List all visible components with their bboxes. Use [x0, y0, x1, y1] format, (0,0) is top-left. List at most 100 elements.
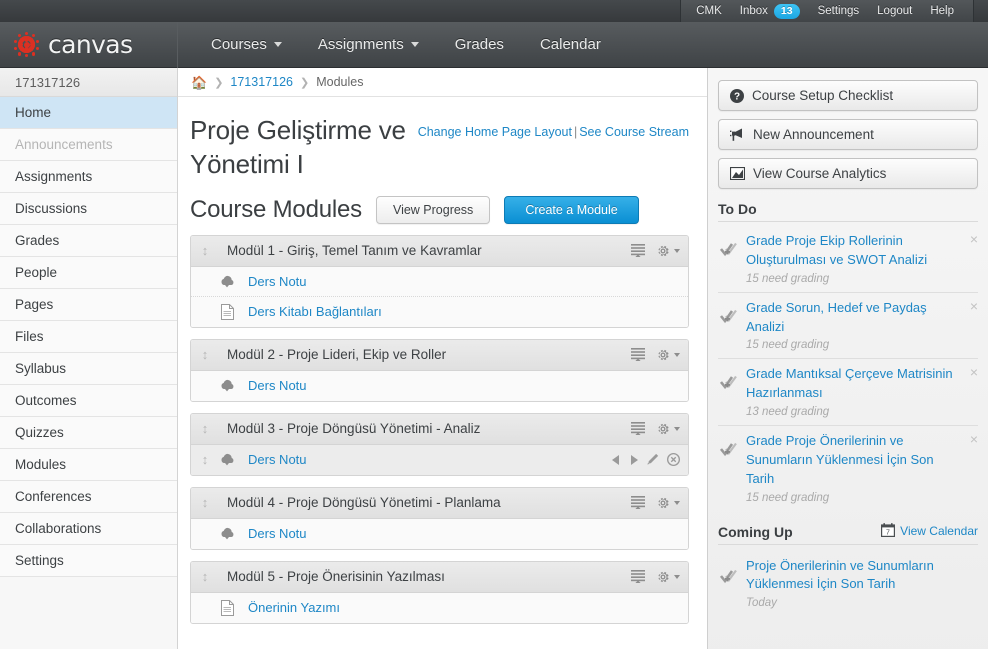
todo-link[interactable]: Grade Sorun, Hedef ve Paydaş Analizi: [746, 299, 964, 337]
module-settings-menu[interactable]: [656, 244, 680, 258]
module-item-link[interactable]: Ders Notu: [240, 274, 680, 289]
nav-assignments[interactable]: Assignments: [301, 30, 436, 59]
module-item-link[interactable]: Önerinin Yazımı: [240, 600, 680, 615]
module-item[interactable]: Önerinin Yazımı: [191, 592, 688, 623]
course-setup-checklist-button[interactable]: ? Course Setup Checklist: [718, 80, 978, 111]
module-item-link[interactable]: Ders Notu: [240, 526, 680, 541]
new-announcement-button[interactable]: New Announcement: [718, 119, 978, 150]
close-icon[interactable]: ×: [970, 432, 978, 446]
module-settings-menu[interactable]: [656, 570, 680, 584]
close-icon[interactable]: ×: [970, 299, 978, 313]
module-item[interactable]: ↕ Ders Notu: [191, 444, 688, 475]
sidebar-link-conferences[interactable]: Conferences: [0, 481, 177, 512]
view-course-analytics-button[interactable]: View Course Analytics: [718, 158, 978, 189]
sidebar-item-settings[interactable]: Settings: [0, 545, 177, 577]
sidebar-item-pages[interactable]: Pages: [0, 289, 177, 321]
nav-grades[interactable]: Grades: [438, 30, 521, 59]
todo-link[interactable]: Grade Proje Önerilerinin ve Sunumların Y…: [746, 432, 964, 489]
sidebar-link-modules[interactable]: Modules: [0, 449, 177, 480]
nav-calendar[interactable]: Calendar: [523, 30, 618, 59]
indent-right-icon[interactable]: [629, 454, 638, 465]
module-item-link[interactable]: Ders Notu: [240, 378, 680, 393]
drag-handle-icon[interactable]: ↕: [196, 348, 214, 361]
module-header[interactable]: ↕ Modül 2 - Proje Lideri, Ekip ve Roller: [191, 339, 688, 371]
module-settings-menu[interactable]: [656, 422, 680, 436]
module-item[interactable]: Ders Notu: [191, 518, 688, 549]
sidebar-item-grades[interactable]: Grades: [0, 225, 177, 257]
inbox-link[interactable]: Inbox 13: [731, 3, 809, 19]
home-icon[interactable]: 🏠: [191, 76, 207, 89]
see-course-stream-link[interactable]: See Course Stream: [579, 125, 689, 139]
sidebar-link-outcomes[interactable]: Outcomes: [0, 385, 177, 416]
module-item-link[interactable]: Ders Notu: [240, 452, 612, 467]
sidebar-link-home[interactable]: Home: [0, 97, 177, 128]
user-menu-link[interactable]: CMK: [687, 0, 731, 22]
indent-lines-icon[interactable]: [631, 422, 645, 436]
todo-link[interactable]: Grade Proje Ekip Rollerinin Oluşturulmas…: [746, 232, 964, 270]
sidebar-item-discussions[interactable]: Discussions: [0, 193, 177, 225]
module-item[interactable]: Ders Kitabı Bağlantıları: [191, 296, 688, 327]
gear-icon[interactable]: [656, 496, 670, 510]
sidebar-item-conferences[interactable]: Conferences: [0, 481, 177, 513]
sidebar-item-modules[interactable]: Modules: [0, 449, 177, 481]
drag-handle-icon[interactable]: ↕: [196, 422, 214, 435]
module-item[interactable]: Ders Notu: [191, 370, 688, 401]
sidebar-item-announcements[interactable]: Announcements: [0, 129, 177, 161]
sidebar-link-syllabus[interactable]: Syllabus: [0, 353, 177, 384]
indent-lines-icon[interactable]: [631, 570, 645, 584]
sidebar-item-quizzes[interactable]: Quizzes: [0, 417, 177, 449]
drag-handle-icon[interactable]: ↕: [196, 570, 214, 583]
gear-icon[interactable]: [656, 422, 670, 436]
logout-link[interactable]: Logout: [868, 0, 921, 22]
drag-handle-icon[interactable]: ↕: [196, 496, 214, 509]
module-settings-menu[interactable]: [656, 348, 680, 362]
sidebar-link-assignments[interactable]: Assignments: [0, 161, 177, 192]
coming-up-link[interactable]: Proje Önerilerinin ve Sunumların Yüklenm…: [746, 557, 964, 595]
close-icon[interactable]: ×: [970, 365, 978, 379]
drag-handle-icon[interactable]: ↕: [196, 244, 214, 257]
sidebar-link-grades[interactable]: Grades: [0, 225, 177, 256]
module-settings-menu[interactable]: [656, 496, 680, 510]
canvas-logo[interactable]: canvas: [0, 21, 178, 68]
sidebar-link-pages[interactable]: Pages: [0, 289, 177, 320]
sidebar-item-people[interactable]: People: [0, 257, 177, 289]
help-link[interactable]: Help: [921, 0, 963, 22]
gear-icon[interactable]: [656, 244, 670, 258]
nav-courses[interactable]: Courses: [194, 30, 299, 59]
sidebar-link-people[interactable]: People: [0, 257, 177, 288]
delete-circle-icon[interactable]: [667, 453, 680, 467]
indent-lines-icon[interactable]: [631, 244, 645, 258]
sidebar-item-syllabus[interactable]: Syllabus: [0, 353, 177, 385]
change-home-page-layout-link[interactable]: Change Home Page Layout: [418, 125, 572, 139]
indent-lines-icon[interactable]: [631, 496, 645, 510]
sidebar-link-collaborations[interactable]: Collaborations: [0, 513, 177, 544]
sidebar-link-announcements[interactable]: Announcements: [0, 129, 177, 160]
sidebar-link-settings[interactable]: Settings: [0, 545, 177, 576]
create-module-button[interactable]: Create a Module: [504, 195, 639, 224]
sidebar-item-assignments[interactable]: Assignments: [0, 161, 177, 193]
module-header[interactable]: ↕ Modül 3 - Proje Döngüsü Yönetimi - Ana…: [191, 413, 688, 445]
drag-handle-icon[interactable]: ↕: [196, 453, 214, 466]
module-header[interactable]: ↕ Modül 1 - Giriş, Temel Tanım ve Kavram…: [191, 235, 688, 267]
outdent-left-icon[interactable]: [612, 454, 621, 465]
view-calendar-link[interactable]: 7 View Calendar: [881, 522, 978, 540]
close-icon[interactable]: ×: [970, 232, 978, 246]
sidebar-item-outcomes[interactable]: Outcomes: [0, 385, 177, 417]
todo-link[interactable]: Grade Mantıksal Çerçeve Matrisinin Hazır…: [746, 365, 964, 403]
module-header[interactable]: ↕ Modül 5 - Proje Önerisinin Yazılması: [191, 561, 688, 593]
sidebar-link-files[interactable]: Files: [0, 321, 177, 352]
view-progress-button[interactable]: View Progress: [375, 195, 491, 224]
indent-lines-icon[interactable]: [631, 348, 645, 362]
sidebar-link-quizzes[interactable]: Quizzes: [0, 417, 177, 448]
sidebar-item-home[interactable]: Home: [0, 97, 177, 129]
gear-icon[interactable]: [656, 570, 670, 584]
gear-icon[interactable]: [656, 348, 670, 362]
module-item-link[interactable]: Ders Kitabı Bağlantıları: [240, 304, 680, 319]
sidebar-link-discussions[interactable]: Discussions: [0, 193, 177, 224]
sidebar-item-collaborations[interactable]: Collaborations: [0, 513, 177, 545]
settings-link[interactable]: Settings: [809, 0, 869, 22]
sidebar-item-files[interactable]: Files: [0, 321, 177, 353]
module-item[interactable]: Ders Notu: [191, 266, 688, 297]
breadcrumb-course-link[interactable]: 171317126: [230, 75, 293, 89]
module-header[interactable]: ↕ Modül 4 - Proje Döngüsü Yönetimi - Pla…: [191, 487, 688, 519]
